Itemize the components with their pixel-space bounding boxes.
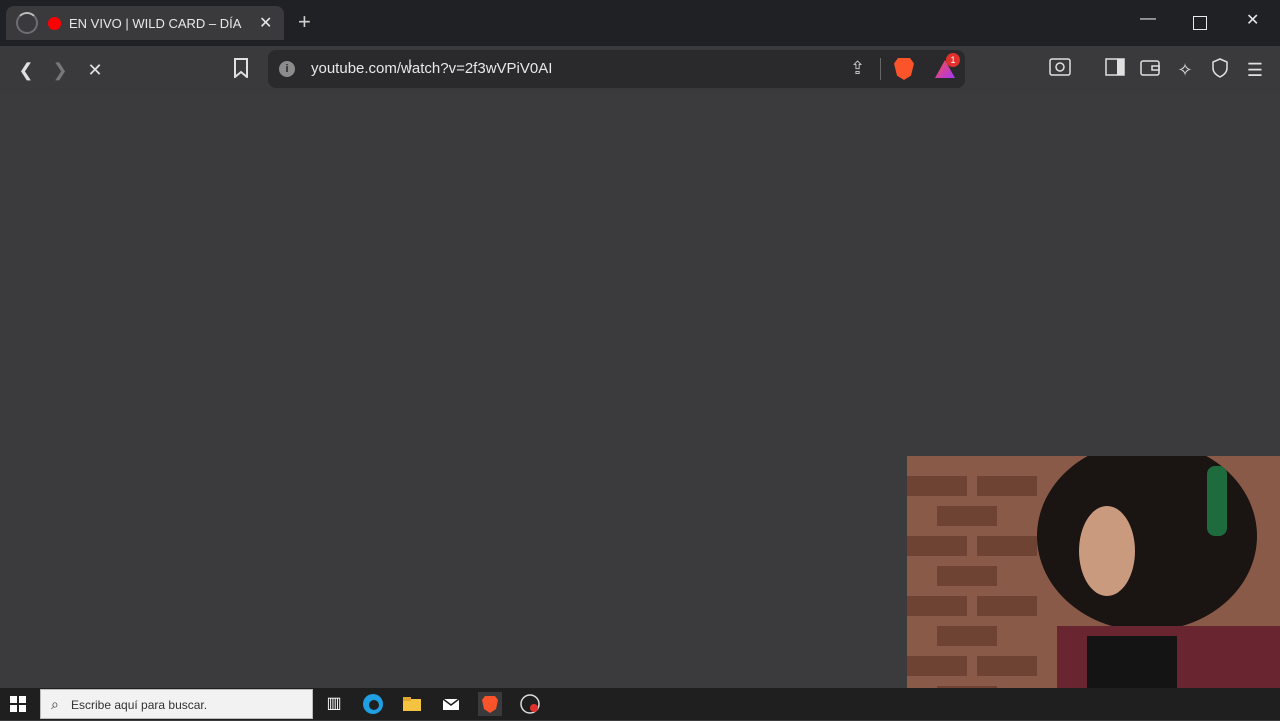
text-cursor-icon: I — [408, 56, 412, 72]
taskbar-search-box[interactable]: ⌕ Escribe aquí para buscar. — [40, 689, 313, 719]
forward-icon[interactable]: ❯ — [48, 58, 72, 82]
file-explorer-icon[interactable] — [400, 692, 424, 716]
restore-icon[interactable] — [1193, 16, 1207, 30]
minimize-icon[interactable]: — — [1140, 10, 1156, 28]
close-tab-icon[interactable]: ✕ — [259, 13, 272, 33]
brave-shields-icon[interactable] — [894, 58, 914, 80]
wallet-icon[interactable] — [1138, 58, 1162, 82]
menu-icon[interactable]: ☰ — [1243, 58, 1267, 82]
search-placeholder: Escribe aquí para buscar. — [71, 698, 208, 712]
share-icon[interactable]: ⇪ — [850, 58, 865, 79]
loading-spinner-icon — [16, 12, 38, 34]
obs-icon[interactable] — [518, 692, 542, 716]
tab-title: EN VIVO | WILD CARD – DÍA — [69, 15, 242, 31]
brave-app-icon[interactable] — [478, 692, 502, 716]
title-bar: EN VIVO | WILD CARD – DÍA ✕ + — ✕ — [0, 0, 1280, 46]
screenshot-icon[interactable] — [1048, 58, 1072, 82]
bookmark-icon[interactable] — [229, 58, 253, 82]
stop-icon[interactable]: ✕ — [83, 58, 107, 82]
windows-taskbar: ⌕ Escribe aquí para buscar. ▥ — [0, 688, 1280, 720]
youtube-favicon-icon — [48, 16, 61, 30]
site-info-icon[interactable]: i — [279, 61, 295, 77]
active-tab[interactable]: EN VIVO | WILD CARD – DÍA ✕ — [6, 6, 284, 40]
task-view-icon[interactable]: ▥ — [322, 692, 346, 716]
mail-icon[interactable] — [439, 692, 463, 716]
windows-start-icon[interactable] — [10, 696, 26, 712]
close-window-icon[interactable]: ✕ — [1246, 10, 1259, 30]
vpn-icon[interactable] — [1208, 58, 1232, 82]
back-icon[interactable]: ❮ — [14, 58, 38, 82]
rewards-badge: 1 — [946, 53, 960, 67]
address-bar[interactable]: i youtube.com/watch?v=2f3wVPiV0AI ⇪ 1 — [268, 50, 965, 88]
url-text[interactable]: youtube.com/watch?v=2f3wVPiV0AI — [311, 60, 552, 77]
leo-ai-icon[interactable]: ✧ — [1173, 58, 1197, 82]
browser-toolbar: ❮ ❯ ✕ i youtube.com/watch?v=2f3wVPiV0AI … — [0, 46, 1280, 94]
sidebar-icon[interactable] — [1103, 58, 1127, 82]
webcam-overlay — [907, 456, 1280, 720]
edge-icon[interactable] — [361, 692, 385, 716]
new-tab-icon[interactable]: + — [298, 10, 311, 34]
divider — [880, 58, 881, 80]
search-icon: ⌕ — [51, 696, 59, 712]
